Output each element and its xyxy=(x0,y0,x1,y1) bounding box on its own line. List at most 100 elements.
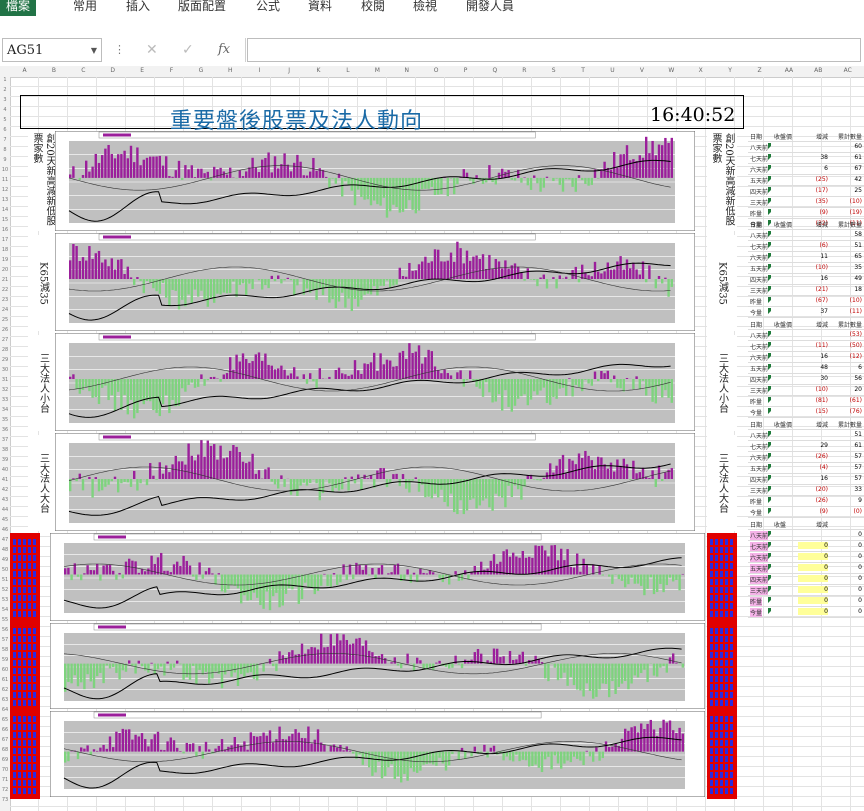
row-header[interactable]: 30 xyxy=(0,367,10,373)
insert-function-icon[interactable]: fx xyxy=(218,42,230,57)
row-header[interactable]: 64 xyxy=(0,707,10,713)
chart-panel-7[interactable] xyxy=(50,711,705,797)
row-header[interactable]: 16 xyxy=(0,227,10,233)
table-row[interactable]: 五天前 0 0 xyxy=(748,563,864,574)
table-row[interactable]: 五天前 (25) 42 xyxy=(748,175,864,186)
row-header[interactable]: 33 xyxy=(0,397,10,403)
row-header[interactable]: 70 xyxy=(0,767,10,773)
row-header[interactable]: 61 xyxy=(0,677,10,683)
column-header[interactable]: W xyxy=(657,67,686,74)
row-header[interactable]: 20 xyxy=(0,267,10,273)
tab-data[interactable]: 資料 xyxy=(308,0,332,19)
more-options-icon[interactable]: ⋮ xyxy=(114,43,125,56)
table-row[interactable]: 今量 (15) (76) xyxy=(748,407,864,418)
column-header[interactable]: A xyxy=(10,67,39,74)
table-row[interactable]: 七天前 0 0 xyxy=(748,541,864,552)
table-row[interactable]: 八天前 60 xyxy=(748,142,864,153)
row-header[interactable]: 21 xyxy=(0,277,10,283)
chart-new-high-low[interactable] xyxy=(55,131,695,231)
row-header[interactable]: 68 xyxy=(0,747,10,753)
column-header[interactable]: K xyxy=(304,67,333,74)
row-header[interactable]: 37 xyxy=(0,437,10,443)
row-header[interactable]: 71 xyxy=(0,777,10,783)
column-header[interactable]: F xyxy=(157,67,186,74)
tab-page-layout[interactable]: 版面配置 xyxy=(178,0,226,19)
table-row[interactable]: 四天前 30 56 xyxy=(748,374,864,385)
row-header[interactable]: 65 xyxy=(0,717,10,723)
row-header[interactable]: 49 xyxy=(0,557,10,563)
row-header[interactable]: 66 xyxy=(0,727,10,733)
chart-panel-6[interactable] xyxy=(50,623,705,709)
table-row[interactable]: 八天前 51 xyxy=(748,430,864,441)
column-header[interactable]: B xyxy=(39,67,68,74)
table-row[interactable]: 昨量 (67) (10) xyxy=(748,296,864,307)
tab-developer[interactable]: 開發人員 xyxy=(466,0,514,19)
name-box[interactable]: AG51 ▼ xyxy=(2,38,102,62)
row-header[interactable]: 73 xyxy=(0,797,10,803)
row-header[interactable]: 8 xyxy=(0,147,10,153)
table-row[interactable]: 五天前 (10) 35 xyxy=(748,263,864,274)
row-header[interactable]: 62 xyxy=(0,687,10,693)
row-header[interactable]: 26 xyxy=(0,327,10,333)
table-row[interactable]: 三天前 (21) 18 xyxy=(748,285,864,296)
row-header[interactable]: 59 xyxy=(0,657,10,663)
row-header[interactable]: 41 xyxy=(0,477,10,483)
row-header[interactable]: 23 xyxy=(0,297,10,303)
table-row[interactable]: 三天前 (35) (10) xyxy=(748,197,864,208)
column-header[interactable]: R xyxy=(510,67,539,74)
row-header[interactable]: 45 xyxy=(0,517,10,523)
confirm-icon[interactable]: ✓ xyxy=(182,42,194,58)
column-header[interactable]: U xyxy=(598,67,627,74)
row-header[interactable]: 1 xyxy=(0,77,10,83)
row-header[interactable]: 58 xyxy=(0,647,10,653)
row-header[interactable]: 24 xyxy=(0,307,10,313)
column-header[interactable]: AA xyxy=(774,67,803,74)
table-row[interactable]: 三天前 0 0 xyxy=(748,585,864,596)
column-header[interactable]: C xyxy=(69,67,98,74)
column-header[interactable]: AC xyxy=(833,67,862,74)
formula-input[interactable] xyxy=(247,38,861,62)
row-header[interactable]: 31 xyxy=(0,377,10,383)
table-row[interactable]: 六天前 11 65 xyxy=(748,252,864,263)
tab-formulas[interactable]: 公式 xyxy=(256,0,280,19)
cell-area[interactable]: 重要盤後股票及法人動向 16:40:52 創20天新高減新低股票家數 K65減3… xyxy=(10,77,864,811)
table-row[interactable]: 四天前 16 57 xyxy=(748,474,864,485)
row-header[interactable]: 44 xyxy=(0,507,10,513)
row-header[interactable]: 55 xyxy=(0,617,10,623)
column-header[interactable]: Z xyxy=(745,67,774,74)
column-header[interactable]: H xyxy=(216,67,245,74)
tab-review[interactable]: 校閱 xyxy=(361,0,385,19)
row-header[interactable]: 40 xyxy=(0,467,10,473)
chart-panel-5[interactable] xyxy=(50,533,705,621)
row-header[interactable]: 63 xyxy=(0,697,10,703)
row-header[interactable]: 13 xyxy=(0,197,10,203)
row-header[interactable]: 34 xyxy=(0,407,10,413)
row-header[interactable]: 42 xyxy=(0,487,10,493)
table-row[interactable]: 八天前 58 xyxy=(748,230,864,241)
table-row[interactable]: 六天前 16 (12) xyxy=(748,352,864,363)
row-header[interactable]: 7 xyxy=(0,137,10,143)
row-header[interactable]: 14 xyxy=(0,207,10,213)
row-header[interactable]: 17 xyxy=(0,237,10,243)
tab-file[interactable]: 檔案 xyxy=(0,0,37,16)
row-header[interactable]: 35 xyxy=(0,417,10,423)
row-header[interactable]: 48 xyxy=(0,547,10,553)
table-row[interactable]: 六天前 (26) 57 xyxy=(748,452,864,463)
column-header[interactable]: O xyxy=(422,67,451,74)
column-header[interactable]: T xyxy=(569,67,598,74)
column-header[interactable]: I xyxy=(245,67,274,74)
row-header[interactable]: 54 xyxy=(0,607,10,613)
row-header[interactable]: 25 xyxy=(0,317,10,323)
row-header[interactable]: 47 xyxy=(0,537,10,543)
cancel-icon[interactable]: ✕ xyxy=(146,42,158,58)
chart-k65-35[interactable] xyxy=(55,233,695,331)
table-row[interactable]: 三天前 (20) 33 xyxy=(748,485,864,496)
row-header[interactable]: 57 xyxy=(0,637,10,643)
table-row[interactable]: 昨量 (81) (61) xyxy=(748,396,864,407)
tab-home[interactable]: 常用 xyxy=(73,0,97,19)
row-header[interactable]: 60 xyxy=(0,667,10,673)
row-header[interactable]: 6 xyxy=(0,127,10,133)
row-header[interactable]: 5 xyxy=(0,117,10,123)
column-header[interactable]: N xyxy=(392,67,421,74)
row-header[interactable]: 46 xyxy=(0,527,10,533)
